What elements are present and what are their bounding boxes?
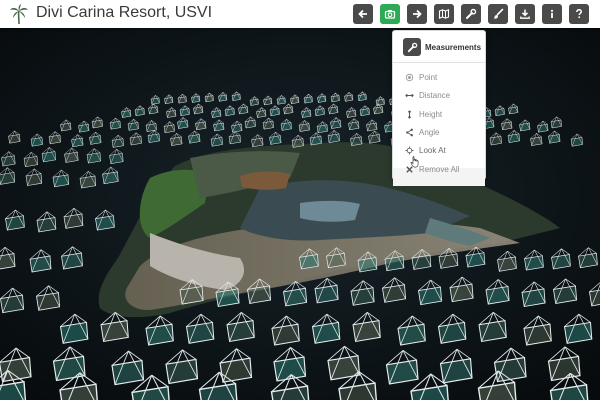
menu-item-height[interactable]: Height: [405, 107, 442, 121]
brush-button[interactable]: [488, 4, 508, 24]
measurements-title: Measurements: [425, 42, 482, 52]
download-icon: [520, 9, 530, 19]
measurements-header: Measurements: [403, 37, 481, 57]
divider: [393, 62, 485, 63]
angle-icon: [406, 128, 413, 136]
question-icon: [576, 9, 583, 19]
arrow-right-icon: [413, 9, 422, 19]
info-icon: [550, 9, 554, 18]
back-button[interactable]: [353, 4, 373, 24]
distance-icon: [405, 93, 414, 97]
menu-item-label: Height: [419, 109, 443, 119]
camera-icon: [384, 10, 396, 19]
point-cloud-viewer[interactable]: [0, 28, 600, 400]
paintbrush-icon: [493, 8, 504, 19]
app-title: Divi Carina Resort, USVI: [36, 4, 213, 21]
menu-item-label: Distance: [419, 90, 451, 100]
point-icon: [405, 73, 414, 81]
hand-cursor-icon: [410, 156, 419, 168]
map-button[interactable]: [434, 4, 454, 24]
download-button[interactable]: [515, 4, 535, 24]
measurements-menu: Measurements Point Distance Height Angle…: [392, 30, 486, 186]
menu-item-label: Angle: [419, 127, 440, 137]
arrow-left-icon: [358, 9, 367, 19]
menu-item-angle[interactable]: Angle: [405, 125, 439, 139]
measure-button[interactable]: [461, 4, 481, 24]
scene-canvas[interactable]: [0, 28, 600, 400]
map-icon: [438, 8, 450, 20]
crosshair-icon: [405, 145, 414, 155]
forward-button[interactable]: [407, 4, 427, 24]
menu-item-look-at[interactable]: Look At: [405, 143, 446, 157]
palm-logo-icon: [10, 4, 28, 25]
wrench-icon: [466, 8, 477, 19]
info-button[interactable]: [542, 4, 562, 24]
menu-item-label: Remove All: [419, 164, 460, 174]
wrench-icon: [403, 38, 421, 56]
menu-item-label: Look At: [419, 145, 446, 155]
menu-item-point[interactable]: Point: [405, 70, 437, 84]
top-bar: Divi Carina Resort, USVI: [0, 0, 600, 28]
camera-button[interactable]: [380, 4, 400, 24]
help-button[interactable]: [569, 4, 589, 24]
height-icon: [407, 109, 412, 119]
menu-item-distance[interactable]: Distance: [405, 88, 450, 102]
menu-item-label: Point: [419, 72, 438, 82]
